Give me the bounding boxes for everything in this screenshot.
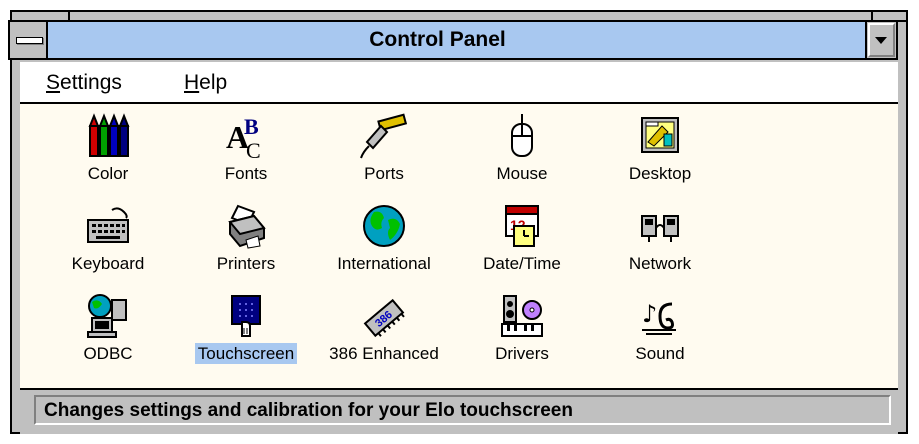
control-panel-item-desktop[interactable]: Desktop (595, 108, 725, 188)
svg-text:♪: ♪ (642, 300, 657, 328)
control-panel-item-date-time[interactable]: 12 Date/Time (457, 198, 587, 278)
control-panel-item-network[interactable]: Network (595, 198, 725, 278)
mouse-icon (511, 114, 533, 157)
minimize-button[interactable] (867, 20, 898, 60)
network-icon (641, 215, 679, 242)
svg-text:C: C (246, 138, 261, 160)
item-label: Drivers (495, 344, 549, 363)
item-label: Mouse (496, 164, 548, 183)
fonts-icon: A B C (226, 114, 261, 160)
odbc-icon (87, 294, 127, 338)
color-icon (88, 113, 130, 157)
menu-help[interactable]: Help (184, 71, 227, 95)
item-label: Touchscreen (181, 343, 311, 364)
drivers-icon (501, 295, 543, 337)
item-label: Sound (635, 344, 685, 363)
system-menu-button[interactable] (10, 22, 48, 58)
desktop-icon (641, 117, 679, 153)
control-panel-item-color[interactable]: Color (43, 108, 173, 188)
globe-icon (363, 205, 405, 247)
system-menu-icon (16, 37, 43, 44)
printer-icon (228, 204, 266, 249)
status-bar: Changes settings and calibration for you… (20, 388, 898, 434)
calendar-clock-icon: 12 (505, 205, 539, 247)
ports-icon (360, 113, 408, 159)
control-panel-item-printers[interactable]: Printers (181, 198, 311, 278)
svg-text:B: B (244, 114, 259, 139)
title-bar: Control Panel (8, 20, 867, 60)
item-label: Desktop (628, 164, 692, 183)
chevron-down-icon (875, 37, 887, 44)
icon-area: Color A B C Fonts Ports Mouse Desktop Ke… (20, 104, 898, 388)
control-panel-item-386-enhanced[interactable]: 386 386 Enhanced (319, 288, 449, 368)
item-label: Ports (364, 164, 404, 183)
item-label: Network (628, 254, 692, 273)
status-text: Changes settings and calibration for you… (44, 400, 573, 421)
item-label: International (337, 254, 431, 273)
control-panel-item-keyboard[interactable]: Keyboard (43, 198, 173, 278)
item-label: Keyboard (71, 254, 145, 273)
touchscreen-icon (231, 295, 261, 337)
window-title: Control Panel (369, 28, 506, 51)
status-panel: Changes settings and calibration for you… (34, 395, 891, 425)
item-label: Color (87, 164, 129, 183)
keyboard-icon (87, 207, 129, 243)
menu-settings[interactable]: Settings (46, 71, 122, 95)
chip-icon: 386 (363, 298, 405, 338)
control-panel-item-mouse[interactable]: Mouse (457, 108, 587, 188)
control-panel-item-odbc[interactable]: ODBC (43, 288, 173, 368)
control-panel-item-drivers[interactable]: Drivers (457, 288, 587, 368)
control-panel-item-international[interactable]: International (319, 198, 449, 278)
control-panel-item-sound[interactable]: ♪ Sound (595, 288, 725, 368)
control-panel-item-fonts[interactable]: A B C Fonts (181, 108, 311, 188)
item-label: ODBC (83, 344, 133, 363)
menu-bar: Settings Help (20, 62, 898, 104)
item-label: 386 Enhanced (329, 344, 439, 363)
item-label: Printers (216, 254, 276, 273)
control-panel-item-ports[interactable]: Ports (319, 108, 449, 188)
sound-icon: ♪ (642, 300, 676, 335)
item-label: Fonts (224, 164, 268, 183)
item-label: Date/Time (483, 254, 561, 273)
control-panel-item-touchscreen[interactable]: Touchscreen (181, 288, 311, 368)
